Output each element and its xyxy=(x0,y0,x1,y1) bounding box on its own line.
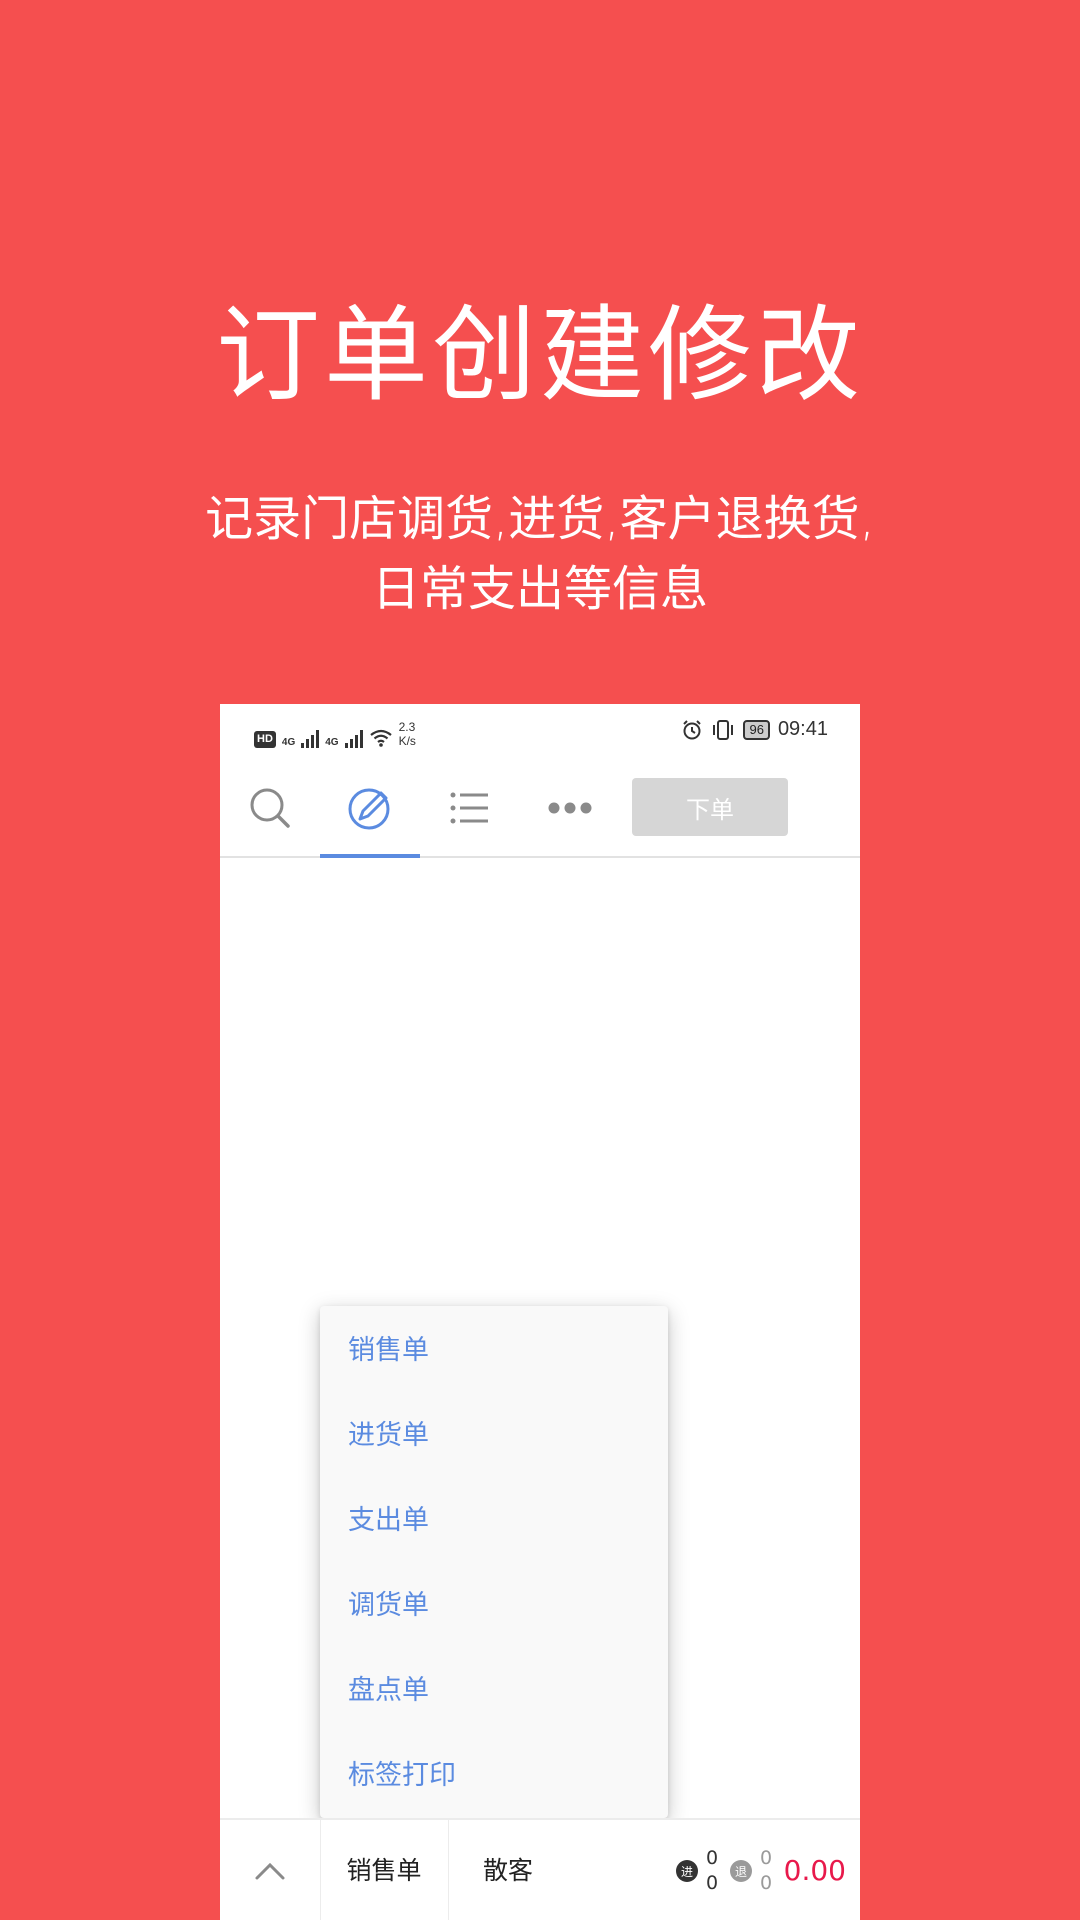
promo-subtitle: 记录门店调货,进货,客户退换货, 日常支出等信息 xyxy=(0,484,1080,624)
list-icon xyxy=(450,792,488,824)
promo-subtitle-line2: 日常支出等信息 xyxy=(371,561,708,617)
clock: 09:41 xyxy=(777,718,828,740)
more-icon xyxy=(548,802,592,814)
hd-badge: HD xyxy=(254,731,276,748)
expand-button[interactable] xyxy=(220,1820,320,1920)
network-label-2: 4G xyxy=(325,737,339,748)
place-order-button[interactable]: 下单 xyxy=(632,778,788,836)
in-count-top: 0 xyxy=(706,1847,719,1869)
wifi-icon xyxy=(369,729,392,747)
menu-item-label-print[interactable]: 标签打印 xyxy=(320,1733,668,1818)
promo-subtitle-line1: 记录门店调货,进货,客户退换货, xyxy=(205,491,875,547)
vibrate-icon xyxy=(713,719,734,740)
tab-edit-order[interactable] xyxy=(320,760,420,856)
search-button[interactable] xyxy=(220,760,320,856)
phone-screen: HD 4G 4G 2.3 K/s 96 09:41 下单 销售单 进货单 支出单… xyxy=(220,704,860,1920)
menu-item-purchase-order[interactable]: 进货单 xyxy=(320,1393,668,1478)
active-tab-indicator xyxy=(320,854,420,858)
signal-icon xyxy=(344,730,363,748)
alarm-icon xyxy=(683,719,702,739)
status-bar: HD 4G 4G 2.3 K/s 96 09:41 xyxy=(220,704,860,760)
purchase-count: 进 0 0 xyxy=(676,1846,718,1896)
return-count: 退 0 0 xyxy=(730,1846,772,1896)
menu-item-expense-order[interactable]: 支出单 xyxy=(320,1478,668,1563)
customer-selector[interactable]: 散客 xyxy=(458,1820,558,1920)
network-label-1: 4G xyxy=(281,737,296,748)
chevron-up-icon xyxy=(255,1862,285,1880)
return-count-top: 0 xyxy=(760,1847,773,1869)
top-toolbar: 下单 xyxy=(220,760,860,858)
edit-icon xyxy=(348,788,390,830)
battery-indicator: 96 xyxy=(743,719,770,740)
more-button[interactable] xyxy=(520,760,620,856)
tab-order-list[interactable] xyxy=(420,760,520,856)
signal-icon xyxy=(301,730,320,748)
in-badge: 进 xyxy=(676,1860,698,1882)
order-type-menu: 销售单 进货单 支出单 调货单 盘点单 标签打印 xyxy=(320,1306,668,1818)
search-icon xyxy=(250,788,290,828)
order-total: 0.00 xyxy=(783,1854,846,1887)
bottom-bar: 销售单 散客 进 0 0 退 0 0 0.00 xyxy=(220,1818,860,1920)
return-count-bottom: 0 xyxy=(760,1872,773,1894)
menu-item-sales-order[interactable]: 销售单 xyxy=(320,1308,668,1393)
divider xyxy=(448,1820,449,1920)
network-speed: 2.3 K/s xyxy=(398,720,416,748)
order-type-selector[interactable]: 销售单 xyxy=(320,1820,448,1920)
in-count-bottom: 0 xyxy=(706,1872,719,1894)
menu-item-stocktake-order[interactable]: 盘点单 xyxy=(320,1648,668,1733)
return-badge: 退 xyxy=(730,1860,752,1882)
promo-title: 订单创建修改 xyxy=(215,294,864,416)
menu-item-transfer-order[interactable]: 调货单 xyxy=(320,1563,668,1648)
